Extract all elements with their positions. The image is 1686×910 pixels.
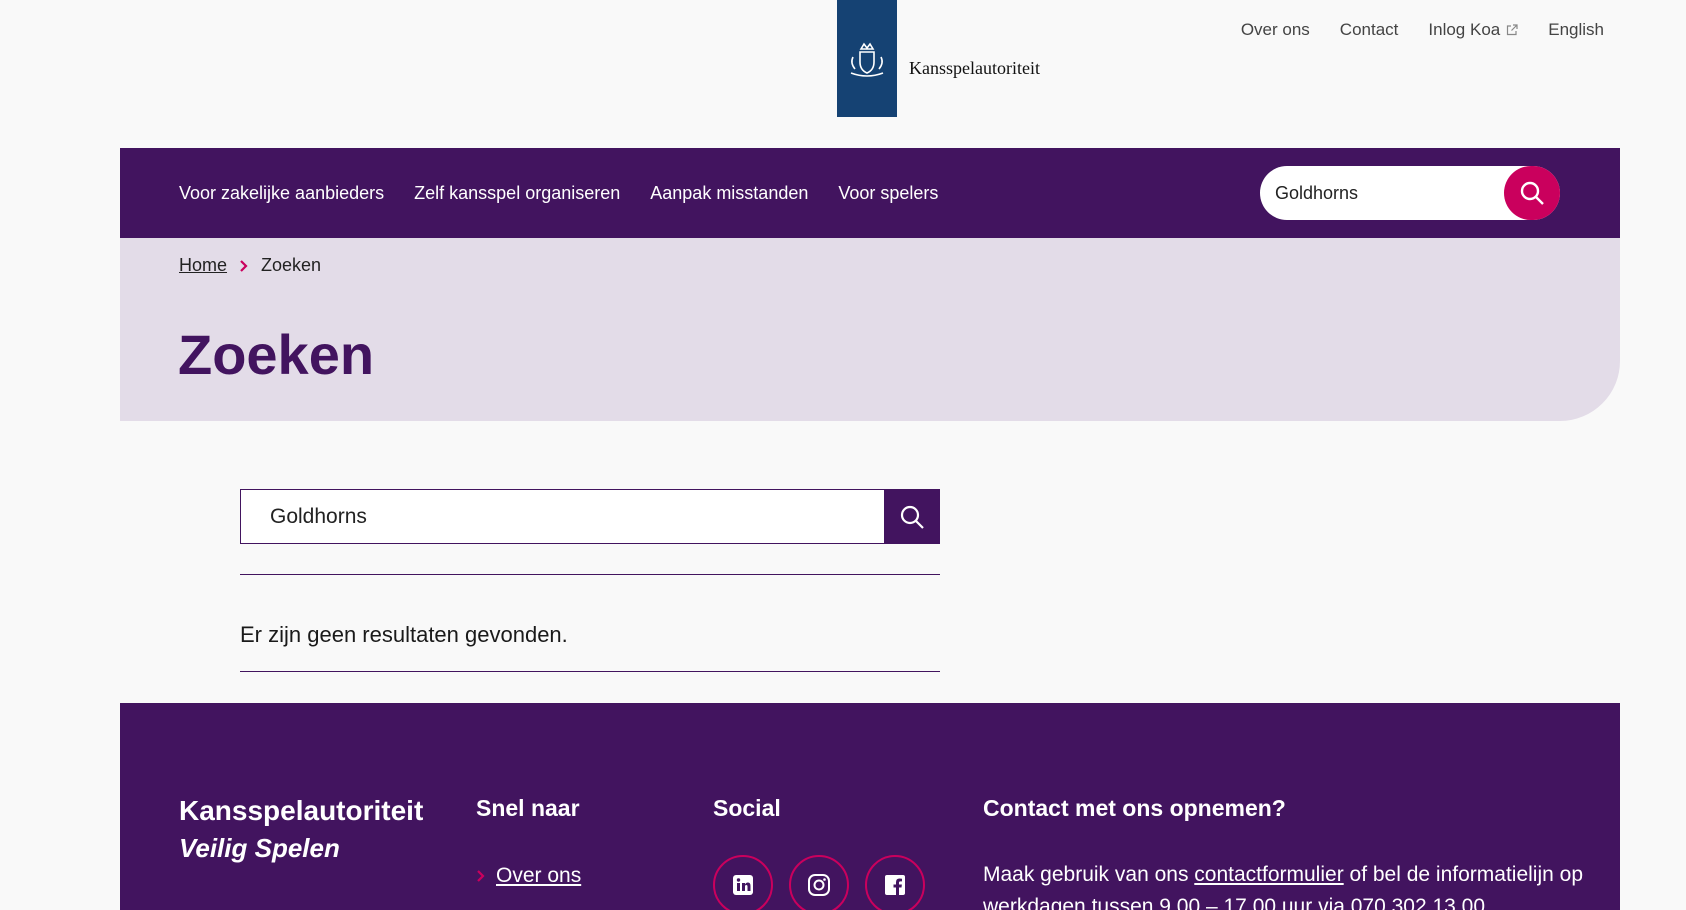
nav-item-voor-spelers[interactable]: Voor spelers (838, 183, 938, 204)
top-link-over-ons[interactable]: Over ons (1241, 20, 1310, 40)
header-search (1260, 166, 1560, 220)
search-icon (1520, 181, 1544, 205)
footer-brand-tagline: Veilig Spelen (179, 833, 340, 863)
search-input[interactable] (270, 490, 870, 543)
nav-items: Voor zakelijke aanbieders Zelf kansspel … (179, 148, 938, 238)
breadcrumb-current: Zoeken (261, 255, 322, 275)
search-form (240, 489, 940, 544)
contact-form-link[interactable]: contactformulier (1194, 863, 1343, 886)
no-results-message: Er zijn geen resultaten gevonden. (240, 622, 568, 647)
divider (240, 671, 940, 672)
linkedin-button[interactable] (713, 855, 773, 910)
search-icon (900, 505, 924, 529)
external-link-icon (1507, 24, 1518, 36)
footer-snel-naar-title: Snel naar (476, 795, 580, 821)
footer-link-over-ons[interactable]: Over ons (476, 864, 581, 888)
breadcrumb-home[interactable]: Home (179, 255, 227, 276)
footer-social-title: Social (713, 795, 781, 821)
nav-item-zakelijke-aanbieders[interactable]: Voor zakelijke aanbieders (179, 183, 384, 204)
header-search-button[interactable] (1504, 166, 1560, 220)
linkedin-icon (733, 875, 753, 895)
logo-text: Kansspelautoriteit (909, 58, 1040, 78)
main-navigation: Voor zakelijke aanbieders Zelf kansspel … (120, 148, 1620, 238)
footer-contact-text: Maak gebruik van ons contactformulier of… (983, 859, 1583, 910)
top-links: Over ons Contact Inlog Koa English (1241, 20, 1604, 40)
facebook-button[interactable] (865, 855, 925, 910)
facebook-icon (885, 875, 905, 895)
instagram-icon (808, 874, 830, 896)
search-button[interactable] (884, 489, 940, 544)
top-bar: Kansspelautoriteit Over ons Contact Inlo… (0, 0, 1686, 148)
footer-brand: Kansspelautoriteit Veilig Spelen (179, 795, 423, 864)
breadcrumb: Home Zoeken (179, 255, 321, 276)
search-box (240, 489, 940, 544)
social-links (713, 855, 925, 910)
page-header: Home Zoeken Zoeken (120, 238, 1620, 421)
footer-contact-title: Contact met ons opnemen? (983, 795, 1286, 821)
top-link-english[interactable]: English (1548, 20, 1604, 40)
top-link-inlog-koa-label: Inlog Koa (1428, 20, 1501, 39)
chevron-right-icon (240, 259, 248, 272)
top-link-inlog-koa[interactable]: Inlog Koa (1428, 20, 1518, 40)
nav-item-kansspel-organiseren[interactable]: Zelf kansspel organiseren (414, 183, 620, 204)
footer: Kansspelautoriteit Veilig Spelen Snel na… (120, 703, 1620, 910)
chevron-right-icon (477, 870, 485, 882)
coat-of-arms-icon (850, 42, 884, 77)
divider (240, 574, 940, 575)
contact-text-pre: Maak gebruik van ons (983, 863, 1195, 886)
government-logo[interactable] (837, 0, 897, 117)
page-title: Zoeken (178, 323, 375, 386)
nav-item-aanpak-misstanden[interactable]: Aanpak misstanden (650, 183, 808, 204)
instagram-button[interactable] (789, 855, 849, 910)
footer-brand-name: Kansspelautoriteit (179, 795, 424, 826)
top-link-contact[interactable]: Contact (1340, 20, 1399, 40)
header-search-input[interactable] (1275, 166, 1495, 220)
footer-link-label: Over ons (496, 864, 582, 887)
